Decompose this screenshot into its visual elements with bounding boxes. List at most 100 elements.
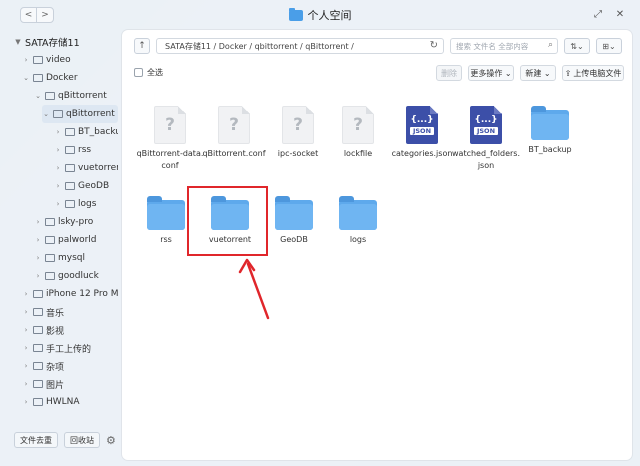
chevron-right-icon[interactable]: › [22, 380, 30, 388]
file-item[interactable]: ? lockfile [324, 106, 392, 160]
file-name: ipc-socket [277, 149, 319, 158]
tree-item[interactable]: › vuetorrent [54, 159, 118, 177]
tree-item-label: video [46, 55, 71, 65]
file-item[interactable]: {...} JSON watched_folders.json [452, 106, 520, 172]
tree-item[interactable]: › 图片 [22, 375, 118, 393]
folder-item[interactable]: logs [324, 196, 392, 246]
search-icon[interactable]: ⌕ [548, 40, 553, 50]
file-manager-window: < > 个人空间 ⤢ ✕ ▼ SATA存储11 › video ⌄ Docker… [0, 0, 640, 466]
path-breadcrumb[interactable]: SATA存储11 / Docker / qbittorrent / qBitto… [156, 38, 444, 54]
tree-item[interactable]: › palworld [34, 231, 118, 249]
chevron-down-icon[interactable]: ⌄ [42, 110, 50, 118]
chevron-right-icon[interactable]: › [22, 308, 30, 316]
new-button[interactable]: 新建 ⌄ [520, 65, 556, 81]
chevron-right-icon[interactable]: › [22, 344, 30, 352]
action-toolbar: 全选 删除 更多操作 ⌄ 新建 ⌄ ⇪ 上传电脑文件 [130, 64, 624, 82]
chevron-down-icon[interactable]: ⌄ [22, 74, 30, 82]
chevron-right-icon[interactable]: › [22, 362, 30, 370]
tree-item[interactable]: › goodluck [34, 267, 118, 285]
maximize-button[interactable]: ⤢ [592, 8, 604, 20]
chevron-right-icon[interactable]: › [34, 236, 42, 244]
folder-name: logs [349, 235, 367, 244]
chevron-right-icon[interactable]: › [54, 200, 62, 208]
folder-item[interactable]: vuetorrent [196, 196, 264, 246]
chevron-right-icon[interactable]: › [54, 182, 62, 190]
up-arrow-button[interactable]: ↑ [134, 38, 150, 54]
chevron-right-icon[interactable]: › [34, 218, 42, 226]
back-button[interactable]: < [21, 8, 37, 22]
chevron-right-icon[interactable]: › [22, 290, 30, 298]
chevron-right-icon[interactable]: › [22, 398, 30, 406]
chevron-down-icon[interactable]: ▼ [14, 38, 22, 46]
tree-item[interactable]: › GeoDB [54, 177, 118, 195]
unknown-glyph: ? [293, 115, 303, 135]
folder-icon [45, 218, 55, 226]
chevron-right-icon[interactable]: › [54, 146, 62, 154]
chevron-right-icon[interactable]: › [22, 326, 30, 334]
tree-item-label: goodluck [58, 271, 99, 281]
forward-button[interactable]: > [37, 8, 53, 22]
chevron-down-icon[interactable]: ⌄ [34, 92, 42, 100]
json-file-icon: {...} JSON [406, 106, 438, 144]
dedupe-button[interactable]: 文件去重 [14, 432, 58, 448]
json-braces: {...} [410, 115, 434, 125]
tree-item-label: 手工上传的 [46, 344, 92, 355]
file-item[interactable]: ? qBittorrent.conf [200, 106, 268, 160]
folder-icon [65, 200, 75, 208]
tree-item-label: vuetorrent [78, 163, 118, 173]
filter-sort-button[interactable]: ⇅⌄ [564, 38, 590, 54]
folder-icon [531, 106, 569, 140]
annotation-arrow-icon [238, 258, 270, 320]
more-actions-button[interactable]: 更多操作 ⌄ [468, 65, 514, 81]
tree-item[interactable]: › 杂项 [22, 357, 118, 375]
tree-item-label: GeoDB [78, 181, 110, 191]
unknown-file-icon: ? [342, 106, 374, 144]
tree-item[interactable]: › logs [54, 195, 118, 213]
unknown-file-icon: ? [218, 106, 250, 144]
gear-icon[interactable]: ⚙ [106, 434, 116, 447]
tree-item[interactable]: › lsky-pro [34, 213, 118, 231]
file-item[interactable]: {...} JSON categories.json [388, 106, 456, 160]
recycle-bin-button[interactable]: 回收站 [64, 432, 100, 448]
folder-name: rss [160, 235, 172, 244]
tree-item[interactable]: ⌄ Docker [22, 69, 118, 87]
folder-name: BT_backup [528, 145, 572, 154]
close-button[interactable]: ✕ [614, 8, 626, 20]
tree-item[interactable]: › HWLNA [22, 393, 118, 411]
grid-view-button[interactable]: ⊞⌄ [596, 38, 622, 54]
chevron-right-icon[interactable]: › [54, 128, 62, 136]
file-item[interactable]: ? ipc-socket [264, 106, 332, 160]
tree-item-label: iPhone 12 Pro Max [46, 289, 118, 299]
tree-item[interactable]: › 音乐 [22, 303, 118, 321]
tree-item[interactable]: ▼ SATA存储11 [14, 33, 118, 51]
folder-item[interactable]: BT_backup [516, 106, 584, 156]
search-input[interactable]: 搜索 文件名 全部内容 ⌕ [450, 38, 558, 54]
tree-item-selected[interactable]: ⌄ qBittorrent [42, 105, 118, 123]
tree-item[interactable]: › 影视 [22, 321, 118, 339]
tree-item[interactable]: › rss [54, 141, 118, 159]
chevron-right-icon[interactable]: › [22, 56, 30, 64]
chevron-right-icon[interactable]: › [54, 164, 62, 172]
window-title-text: 个人空间 [307, 9, 352, 22]
select-all-checkbox[interactable] [134, 68, 143, 77]
folder-item[interactable]: GeoDB [260, 196, 328, 246]
tree-item[interactable]: ⌄ qBittorrent [34, 87, 118, 105]
tree-item[interactable]: › iPhone 12 Pro Max [22, 285, 118, 303]
refresh-icon[interactable]: ↻ [430, 40, 438, 51]
chevron-right-icon[interactable]: › [34, 254, 42, 262]
tree-item[interactable]: › video [22, 51, 118, 69]
chevron-right-icon[interactable]: › [34, 272, 42, 280]
delete-button[interactable]: 删除 [436, 65, 462, 81]
upload-button[interactable]: ⇪ 上传电脑文件 [562, 65, 624, 81]
tree-item-label: Docker [46, 73, 78, 83]
file-item[interactable]: ? qBittorrent-data.conf [136, 106, 204, 172]
tree-item[interactable]: › mysql [34, 249, 118, 267]
folder-icon [33, 362, 43, 370]
folder-icon [33, 56, 43, 64]
window-title: 个人空间 [288, 7, 352, 23]
tree-item[interactable]: › BT_backup [54, 123, 118, 141]
tree-item[interactable]: › 手工上传的 [22, 339, 118, 357]
select-all[interactable]: 全选 [134, 67, 163, 78]
folder-item[interactable]: rss [132, 196, 200, 246]
window-controls: ⤢ ✕ [592, 8, 626, 20]
